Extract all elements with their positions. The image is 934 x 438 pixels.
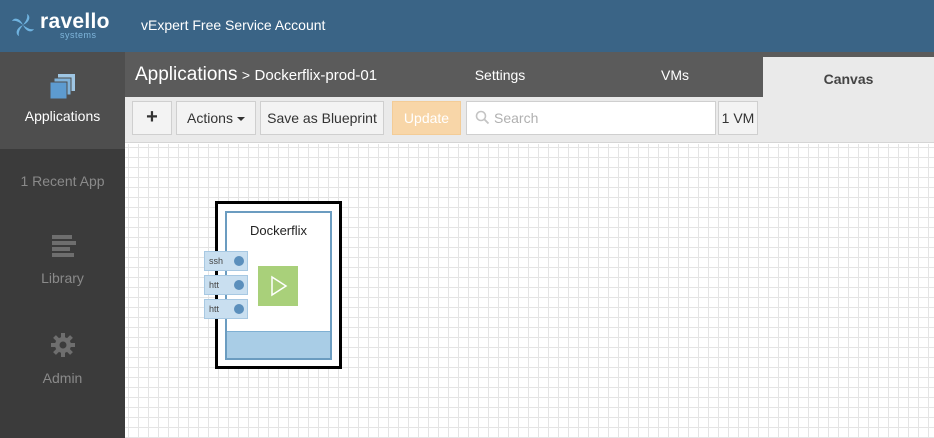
service-label: ssh — [209, 256, 224, 266]
sidebar-item-label: Library — [41, 270, 84, 286]
service-port[interactable]: ssh — [204, 251, 248, 271]
caret-down-icon — [236, 117, 245, 122]
search-icon — [475, 110, 490, 125]
canvas-toolbar: + Actions Save as Blueprint Update 1 VM — [125, 97, 934, 143]
port-dot-icon — [234, 280, 244, 290]
account-name[interactable]: vExpert Free Service Account — [141, 17, 325, 33]
breadcrumb-applications[interactable]: Applications — [135, 64, 237, 85]
vm-count-badge: 1 VM — [718, 101, 758, 135]
update-button[interactable]: Update — [392, 101, 461, 135]
service-port[interactable]: htt — [204, 299, 248, 319]
search-box — [466, 101, 716, 135]
actions-dropdown[interactable]: Actions — [176, 101, 256, 135]
actions-label: Actions — [187, 110, 233, 126]
service-port[interactable]: htt — [204, 275, 248, 295]
library-icon — [51, 235, 76, 257]
sidebar-item-library[interactable]: Library — [0, 234, 125, 294]
search-input[interactable] — [494, 106, 709, 130]
top-bar: ravello systems vExpert Free Service Acc… — [0, 0, 934, 52]
applications-icon — [49, 74, 75, 100]
vm-node[interactable]: Dockerflix ssh htt htt — [204, 201, 342, 369]
add-vm-button[interactable]: + — [132, 101, 172, 135]
sidebar-item-label: 1 Recent App — [20, 173, 105, 189]
sidebar-item-label: Admin — [42, 370, 83, 386]
sidebar-item-applications[interactable]: Applications — [0, 52, 125, 149]
save-as-blueprint-button[interactable]: Save as Blueprint — [260, 101, 384, 135]
breadcrumb: Applications > Dockerflix-prod-01 — [135, 64, 377, 86]
play-icon — [271, 275, 288, 297]
port-dot-icon — [234, 256, 244, 266]
service-label: htt — [209, 304, 220, 314]
tab-settings[interactable]: Settings — [430, 52, 570, 97]
tab-canvas[interactable]: Canvas — [763, 57, 934, 97]
design-canvas[interactable]: Dockerflix ssh htt htt — [125, 144, 934, 438]
sidebar-item-recent-app[interactable]: 1 Recent App — [0, 173, 125, 193]
vm-start-button[interactable] — [258, 266, 298, 306]
ravello-logo-icon — [12, 14, 34, 36]
breadcrumb-separator: > — [241, 67, 251, 83]
vm-status-bar — [227, 331, 330, 358]
brand-subname: systems — [60, 30, 97, 40]
gear-icon — [50, 333, 75, 357]
breadcrumb-app-name: Dockerflix-prod-01 — [254, 67, 378, 84]
app-header: Applications > Dockerflix-prod-01 Settin… — [125, 52, 934, 97]
vm-name: Dockerflix — [249, 223, 308, 238]
sidebar-item-admin[interactable]: Admin — [0, 332, 125, 392]
sidebar-item-label: Applications — [24, 108, 101, 124]
port-dot-icon — [234, 304, 244, 314]
tab-vms[interactable]: VMs — [605, 52, 745, 97]
ravello-logo[interactable]: ravello systems — [10, 9, 120, 43]
service-label: htt — [209, 280, 220, 290]
sidebar: Applications 1 Recent App Library Admin — [0, 52, 125, 438]
